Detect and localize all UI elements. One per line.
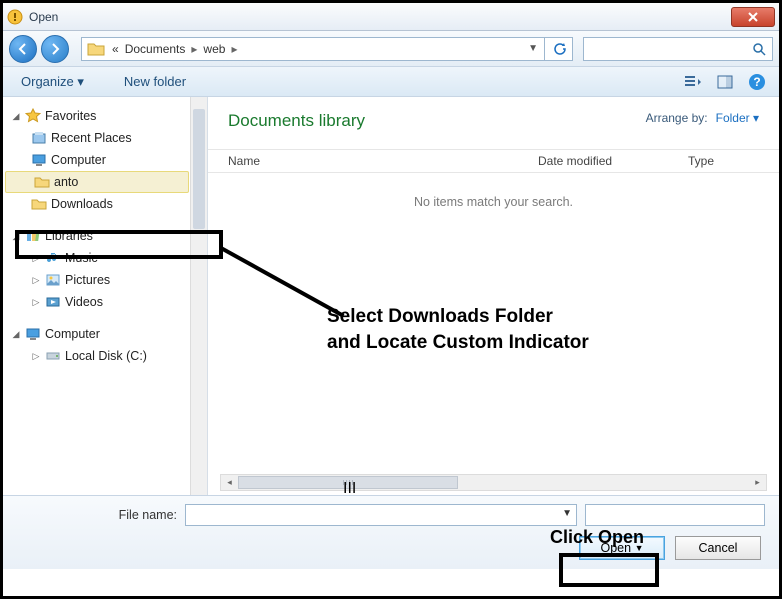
scroll-right-icon[interactable]: ▸ (749, 475, 766, 490)
filename-input[interactable]: ▼ (185, 504, 577, 526)
folder-icon (31, 196, 47, 212)
expand-icon[interactable]: ▷ (31, 351, 41, 362)
sidebar-item-pictures[interactable]: ▷ Pictures (3, 269, 207, 291)
arrange-by-value[interactable]: Folder ▾ (716, 111, 759, 125)
sidebar-item-videos[interactable]: ▷ Videos (3, 291, 207, 313)
sidebar-item-anto[interactable]: anto (5, 171, 189, 193)
disk-icon (45, 348, 61, 364)
sidebar-item-recent-places[interactable]: Recent Places (3, 127, 207, 149)
arrange-by-label: Arrange by: (646, 111, 708, 125)
computer-icon (25, 326, 41, 342)
column-date-modified[interactable]: Date modified (518, 154, 668, 168)
column-headers[interactable]: Name Date modified Type (208, 149, 779, 173)
file-filter-dropdown[interactable] (585, 504, 765, 526)
column-name[interactable]: Name (208, 154, 518, 168)
collapse-icon[interactable]: ◢ (11, 329, 21, 340)
window-title: Open (29, 10, 58, 24)
sidebar-item-computer[interactable]: Computer (3, 149, 207, 171)
folder-icon (86, 39, 106, 59)
sidebar-item-music[interactable]: ▷ Music (3, 247, 207, 269)
horizontal-scrollbar[interactable]: ◂ III ▸ (220, 474, 767, 491)
sidebar-computer-group[interactable]: ◢ Computer (3, 323, 207, 345)
star-icon (25, 108, 41, 124)
libraries-icon (25, 228, 41, 244)
close-button[interactable] (731, 7, 775, 27)
breadcrumb-documents[interactable]: Documents (123, 42, 188, 56)
view-options-button[interactable] (681, 70, 705, 94)
collapse-icon[interactable]: ◢ (11, 231, 21, 242)
search-icon (752, 42, 766, 56)
svg-text:?: ? (753, 75, 760, 89)
help-button[interactable]: ? (745, 70, 769, 94)
forward-button[interactable] (41, 35, 69, 63)
sidebar-item-local-disk-c[interactable]: ▷ Local Disk (C:) (3, 345, 207, 367)
breadcrumb-web[interactable]: web (201, 42, 227, 56)
column-type[interactable]: Type (668, 154, 779, 168)
sidebar-item-downloads[interactable]: Downloads (3, 193, 207, 215)
filename-label: File name: (17, 508, 177, 522)
folder-icon (34, 174, 50, 190)
videos-icon (45, 294, 61, 310)
expand-icon[interactable]: ▷ (31, 253, 41, 264)
recent-places-icon (31, 130, 47, 146)
expand-icon[interactable]: ▷ (31, 275, 41, 286)
address-dropdown-icon[interactable]: ▼ (522, 43, 544, 54)
collapse-icon[interactable]: ◢ (11, 111, 21, 122)
annotation-click-open: Click Open (550, 527, 644, 548)
expand-icon[interactable]: ▷ (31, 297, 41, 308)
search-input[interactable] (583, 37, 773, 61)
preview-pane-button[interactable] (713, 70, 737, 94)
pictures-icon (45, 272, 61, 288)
breadcrumb: « Documents ▸ web ▸ (110, 42, 239, 56)
cancel-button[interactable]: Cancel (675, 536, 761, 560)
sidebar-scrollbar[interactable] (190, 97, 207, 495)
back-button[interactable] (9, 35, 37, 63)
sidebar-favorites[interactable]: ◢ Favorites (3, 105, 207, 127)
scroll-left-icon[interactable]: ◂ (221, 475, 238, 490)
organize-button[interactable]: Organize ▾ (13, 70, 92, 94)
music-icon (45, 250, 61, 266)
new-folder-button[interactable]: New folder (116, 70, 194, 93)
refresh-button[interactable] (544, 37, 572, 61)
annotation-text: Select Downloads Folder and Locate Custo… (327, 304, 589, 355)
computer-icon (31, 152, 47, 168)
app-icon (7, 9, 23, 25)
empty-message: No items match your search. (208, 195, 779, 209)
library-title: Documents library (228, 111, 365, 131)
address-bar[interactable]: « Documents ▸ web ▸ ▼ (81, 37, 573, 61)
filename-dropdown-icon[interactable]: ▼ (562, 508, 572, 519)
sidebar-libraries[interactable]: ◢ Libraries (3, 225, 207, 247)
